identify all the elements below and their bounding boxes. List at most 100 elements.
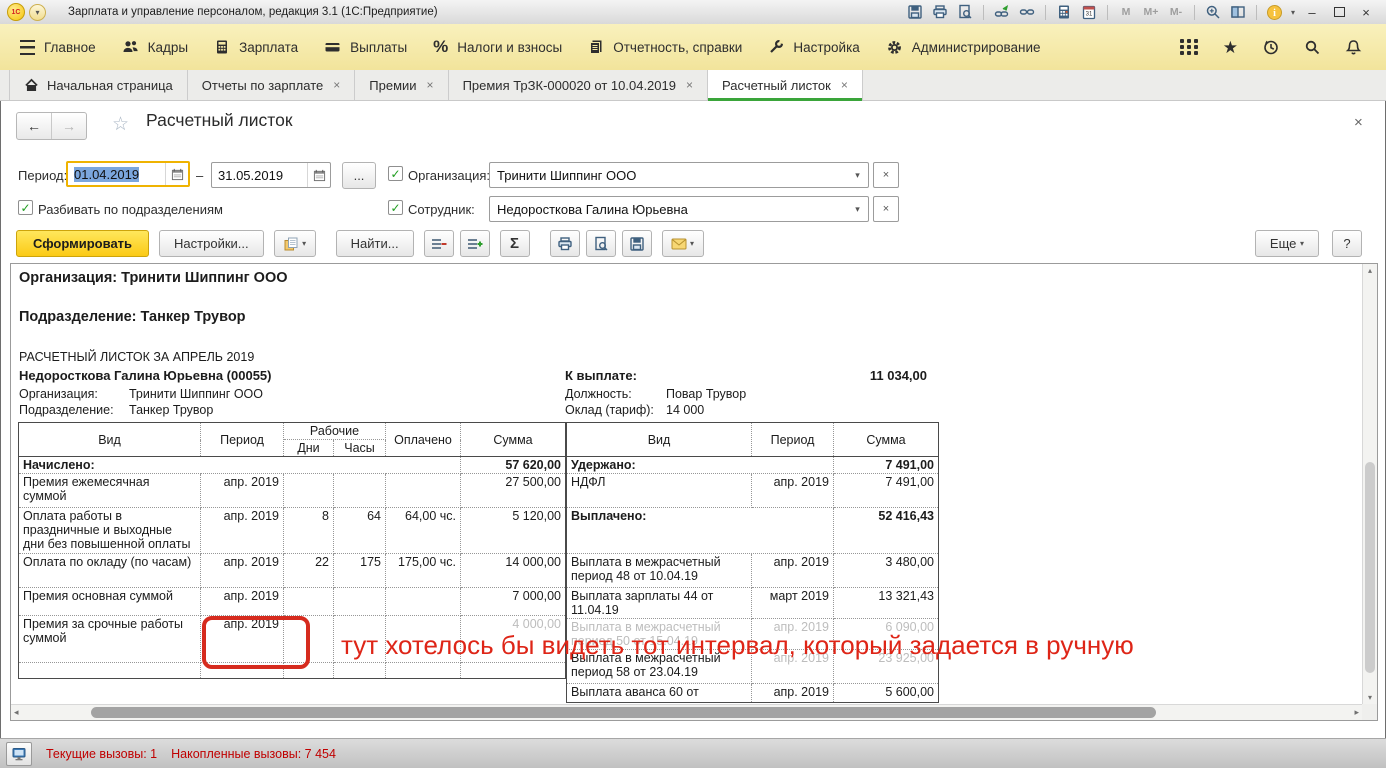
period-from-field[interactable]: 01.04.2019 [66, 161, 190, 187]
menu-item-vyplaty[interactable]: Выплаты [324, 39, 407, 55]
print-icon [557, 236, 573, 252]
col-header-paid: Оплачено [386, 423, 461, 457]
add-to-favorites-star-icon[interactable]: ☆ [112, 113, 129, 136]
print-button[interactable] [550, 230, 580, 257]
close-form-icon[interactable]: × [1354, 114, 1363, 131]
tab-salary-reports[interactable]: Отчеты по зарплате × [188, 70, 355, 100]
all-functions-icon[interactable] [1180, 39, 1199, 55]
help-button[interactable]: ? [1332, 230, 1362, 257]
calculator-icon[interactable] [1055, 3, 1073, 21]
system-menu-button[interactable]: ▾ [29, 4, 46, 21]
navigation-buttons: ← → [16, 112, 87, 140]
period-dash: – [196, 168, 203, 183]
org-label: Организация: [19, 387, 98, 401]
tab-label: Премии [369, 78, 416, 93]
org-combo-field[interactable]: Тринити Шиппинг ООО ▾ [489, 162, 869, 188]
split-by-dept-label[interactable]: Разбивать по подразделениям [38, 202, 223, 217]
info-dropdown-icon[interactable]: ▾ [1291, 8, 1295, 17]
calendar-icon[interactable]: 31 [1080, 3, 1098, 21]
close-tab-icon[interactable]: × [427, 78, 434, 92]
zoom-icon[interactable] [1204, 3, 1222, 21]
print-preview-icon[interactable] [956, 3, 974, 21]
col-header-kind: Вид [19, 423, 201, 457]
titlebar-toolbar: 31 M M+ M- i ▾ – × [906, 3, 1386, 21]
split-by-dept-checkbox[interactable]: ✓ [18, 200, 33, 215]
get-link-icon[interactable] [1018, 3, 1036, 21]
sum-button[interactable]: Σ [500, 230, 530, 257]
print-preview-icon [593, 236, 609, 252]
period-variants-button[interactable]: ... [342, 162, 376, 189]
tab-premii[interactable]: Премии × [355, 70, 448, 100]
tab-raschetny-listok[interactable]: Расчетный листок × [708, 70, 863, 100]
chevron-down-icon[interactable]: ▾ [847, 197, 868, 221]
back-button[interactable]: ← [17, 113, 52, 139]
scroll-down-icon[interactable]: ▾ [1363, 693, 1377, 702]
dept-value: Танкер Трувор [129, 403, 213, 417]
calendar-picker-icon[interactable] [165, 163, 188, 185]
org-checkbox[interactable]: ✓ [388, 166, 403, 181]
close-window-button[interactable]: × [1356, 5, 1376, 20]
report-viewport[interactable]: Организация: Тринити Шиппинг ООО Подразд… [10, 263, 1378, 721]
vertical-scroll-thumb[interactable] [1365, 462, 1375, 673]
report-variants-button[interactable]: ▾ [274, 230, 316, 257]
scroll-up-icon[interactable]: ▴ [1363, 266, 1377, 275]
employee-checkbox[interactable]: ✓ [388, 200, 403, 215]
generate-button[interactable]: Сформировать [16, 230, 149, 257]
split-window-icon[interactable] [1229, 3, 1247, 21]
tab-home[interactable]: Начальная страница [9, 70, 188, 100]
menu-item-kadry[interactable]: Кадры [122, 39, 188, 55]
notifications-bell-icon[interactable] [1345, 39, 1362, 56]
forward-button[interactable]: → [52, 113, 86, 139]
menu-item-main[interactable]: Главное [20, 40, 96, 55]
menu-item-administrirovanie[interactable]: Администрирование [886, 39, 1041, 56]
period-to-field[interactable]: 31.05.2019 [211, 162, 331, 188]
close-tab-icon[interactable]: × [841, 78, 848, 92]
employee-clear-button[interactable]: × [873, 196, 899, 222]
maximize-button[interactable] [1329, 5, 1349, 20]
memory-recall-icon[interactable]: M [1117, 3, 1135, 21]
org-checkbox-label[interactable]: Организация: [408, 168, 490, 183]
memory-subtract-icon[interactable]: M- [1167, 3, 1185, 21]
find-button[interactable]: Найти... [336, 230, 414, 257]
send-email-button[interactable]: ▾ [662, 230, 704, 257]
print-icon[interactable] [931, 3, 949, 21]
close-tab-icon[interactable]: × [686, 78, 693, 92]
employee-checkbox-label[interactable]: Сотрудник: [408, 202, 475, 217]
org-clear-button[interactable]: × [873, 162, 899, 188]
more-label: Еще [1270, 236, 1296, 251]
memory-add-icon[interactable]: M+ [1142, 3, 1160, 21]
horizontal-scrollbar[interactable]: ◂ ▸ [11, 704, 1362, 720]
svg-text:i: i [1274, 8, 1277, 19]
menu-label: Выплаты [350, 40, 407, 55]
save-report-button[interactable] [622, 230, 652, 257]
table-row: Премия ежемесячная суммойапр. 201927 500… [19, 474, 566, 508]
preview-button[interactable] [586, 230, 616, 257]
favorites-icon[interactable]: ★ [1223, 39, 1238, 56]
calendar-picker-icon[interactable] [307, 163, 330, 187]
scroll-left-icon[interactable]: ◂ [14, 707, 19, 718]
chevron-down-icon[interactable]: ▾ [847, 163, 868, 187]
menu-item-nastroyka[interactable]: Настройка [768, 39, 859, 55]
horizontal-scroll-thumb[interactable] [91, 707, 1156, 718]
minimize-button[interactable]: – [1302, 5, 1322, 20]
more-actions-button[interactable]: Еще ▾ [1255, 230, 1319, 257]
home-icon [24, 78, 39, 92]
employee-combo-field[interactable]: Недоросткова Галина Юрьевна ▾ [489, 196, 869, 222]
search-icon[interactable] [1304, 39, 1321, 56]
collapse-groups-button[interactable] [424, 230, 454, 257]
tab-premiya-document[interactable]: Премия ТрЗК-000020 от 10.04.2019 × [449, 70, 708, 100]
menu-item-zarplata[interactable]: Зарплата [214, 39, 298, 55]
performance-indicator-button[interactable] [6, 742, 32, 766]
info-icon[interactable]: i [1266, 3, 1284, 21]
menu-item-nalogi[interactable]: % Налоги и взносы [433, 37, 562, 57]
settings-button[interactable]: Настройки... [159, 230, 264, 257]
go-to-link-icon[interactable] [993, 3, 1011, 21]
history-icon[interactable] [1262, 38, 1280, 56]
expand-groups-button[interactable] [460, 230, 490, 257]
scroll-right-icon[interactable]: ▸ [1354, 707, 1359, 718]
vertical-scrollbar[interactable]: ▴ ▾ [1362, 264, 1377, 704]
save-icon[interactable] [906, 3, 924, 21]
menu-item-otchetnost[interactable]: Отчетность, справки [588, 39, 742, 55]
close-tab-icon[interactable]: × [333, 78, 340, 92]
table-row: Выплата в межрасчетный период 48 от 10.0… [567, 554, 939, 588]
